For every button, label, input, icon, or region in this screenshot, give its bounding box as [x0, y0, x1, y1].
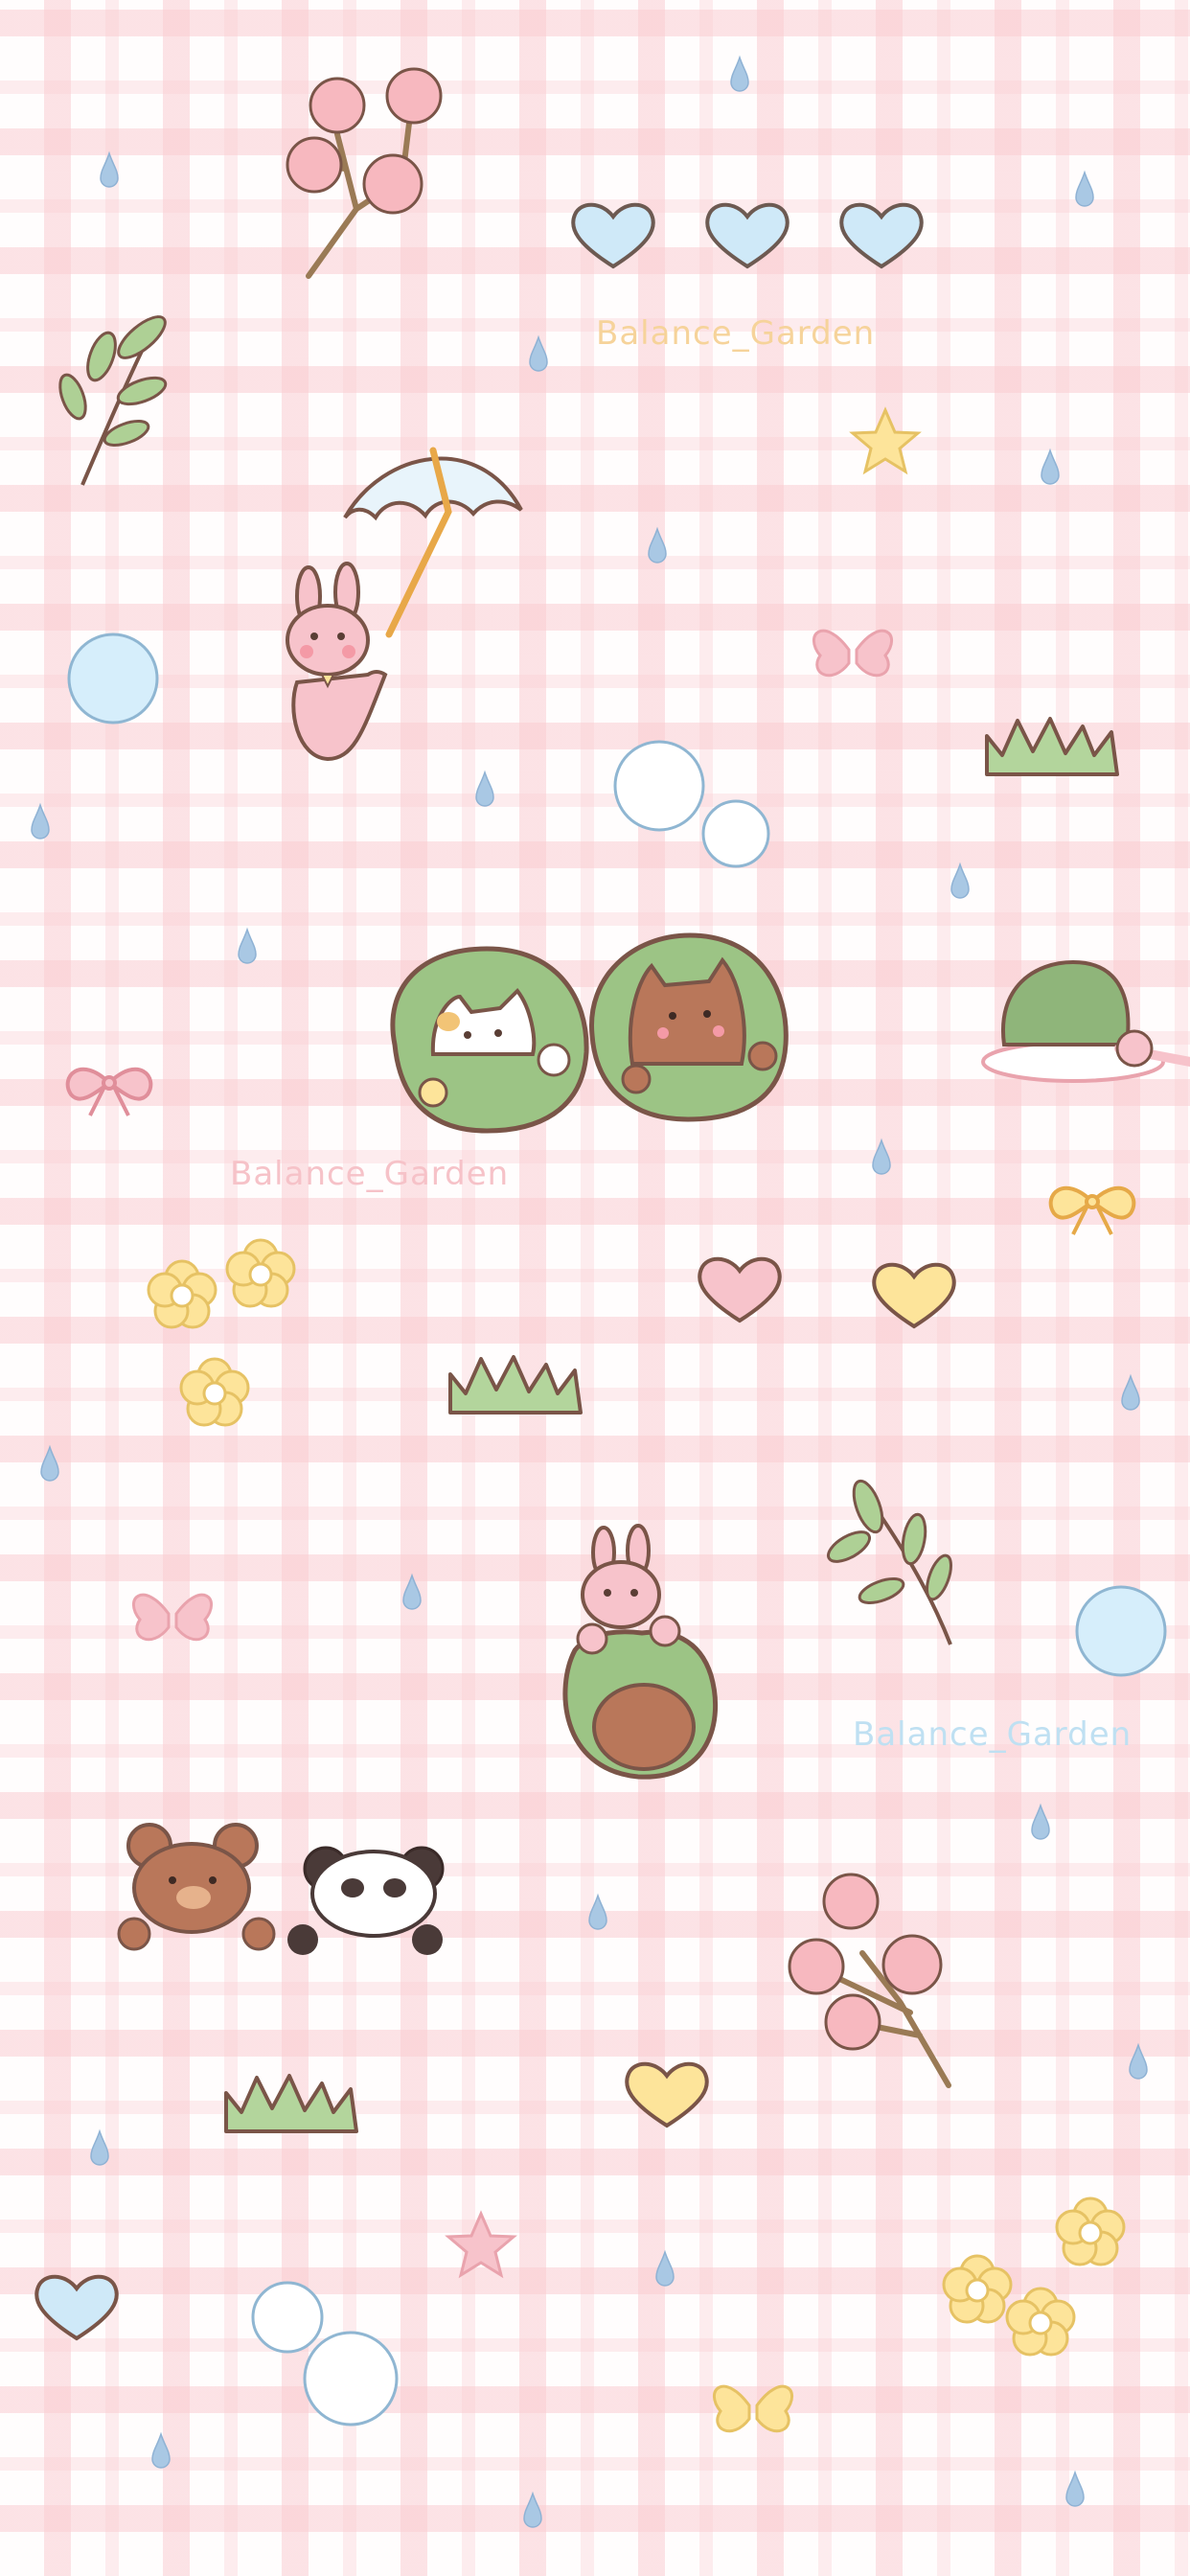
raindrop-icon [529, 336, 548, 372]
wallpaper: Balance_Garden Balance_Garden Balance_Ga… [0, 0, 1190, 2576]
raindrop-icon [40, 1446, 59, 1482]
raindrop-icon [1031, 1805, 1050, 1840]
heart-icon [34, 2274, 119, 2340]
star-icon [446, 2212, 515, 2277]
grass-tuft-icon [985, 717, 1119, 776]
raindrop-icon [151, 2433, 171, 2469]
bubble-icon [1075, 1585, 1167, 1677]
mochi-plate-icon [981, 959, 1190, 1083]
umbrella-icon [343, 447, 523, 638]
bear-icon [117, 1823, 276, 1951]
berry-branch-icon [788, 1873, 951, 2088]
raindrop-icon [523, 2493, 542, 2528]
squirrel-mochi-icon [589, 932, 789, 1122]
watermark: Balance_Garden [596, 314, 876, 353]
raindrop-icon [1121, 1375, 1140, 1411]
heart-icon [872, 1262, 956, 1328]
flower-cluster [942, 2196, 1126, 2357]
bow-icon [65, 1067, 153, 1117]
raindrop-icon [950, 863, 970, 899]
grass-tuft-icon [448, 1355, 583, 1414]
heart-icon [571, 202, 655, 268]
leaf-sprig-icon [827, 1479, 952, 1645]
raindrop-icon [1129, 2044, 1148, 2080]
raindrop-icon [402, 1575, 422, 1610]
butterfly-icon [131, 1593, 214, 1642]
heart-icon [839, 202, 924, 268]
raindrop-icon [730, 57, 749, 92]
hearts-row [571, 202, 924, 268]
bubble-icon [613, 740, 705, 832]
raindrop-icon [1065, 2472, 1085, 2507]
bubble-icon [701, 799, 770, 868]
flower-cluster [147, 1238, 296, 1427]
bunny-icon [286, 562, 388, 762]
raindrop-icon [238, 929, 257, 964]
raindrop-icon [648, 528, 667, 564]
panda-icon [287, 1846, 445, 1955]
raindrop-icon [90, 2130, 109, 2166]
bubble-icon [303, 2331, 399, 2426]
bow-icon [1048, 1185, 1136, 1236]
grass-tuft-icon [224, 2074, 358, 2133]
heart-icon [705, 202, 790, 268]
cat-mochi-icon [390, 946, 589, 1134]
raindrop-icon [1041, 449, 1060, 485]
butterfly-icon [812, 629, 894, 678]
star-icon [851, 408, 920, 473]
leaf-sprig-icon [58, 315, 168, 486]
bubble-icon [67, 632, 159, 724]
raindrop-icon [31, 804, 50, 840]
watermark: Balance_Garden [230, 1155, 510, 1193]
raindrop-icon [588, 1895, 607, 1930]
raindrop-icon [475, 771, 494, 807]
avocado-bunny-icon [562, 1524, 719, 1780]
berry-branch-icon [286, 67, 443, 279]
heart-icon [698, 1256, 782, 1322]
bubbles [67, 632, 1167, 2426]
raindrop-icon [872, 1139, 891, 1175]
butterfly-icon [712, 2384, 794, 2433]
heart-icon [625, 2061, 709, 2128]
doodle-pattern [31, 57, 1190, 2528]
raindrop-icon [655, 2251, 675, 2287]
raindrop-icon [100, 152, 119, 188]
bubble-icon [251, 2281, 324, 2354]
raindrop-icon [1075, 172, 1094, 207]
watermark: Balance_Garden [853, 1715, 1133, 1754]
